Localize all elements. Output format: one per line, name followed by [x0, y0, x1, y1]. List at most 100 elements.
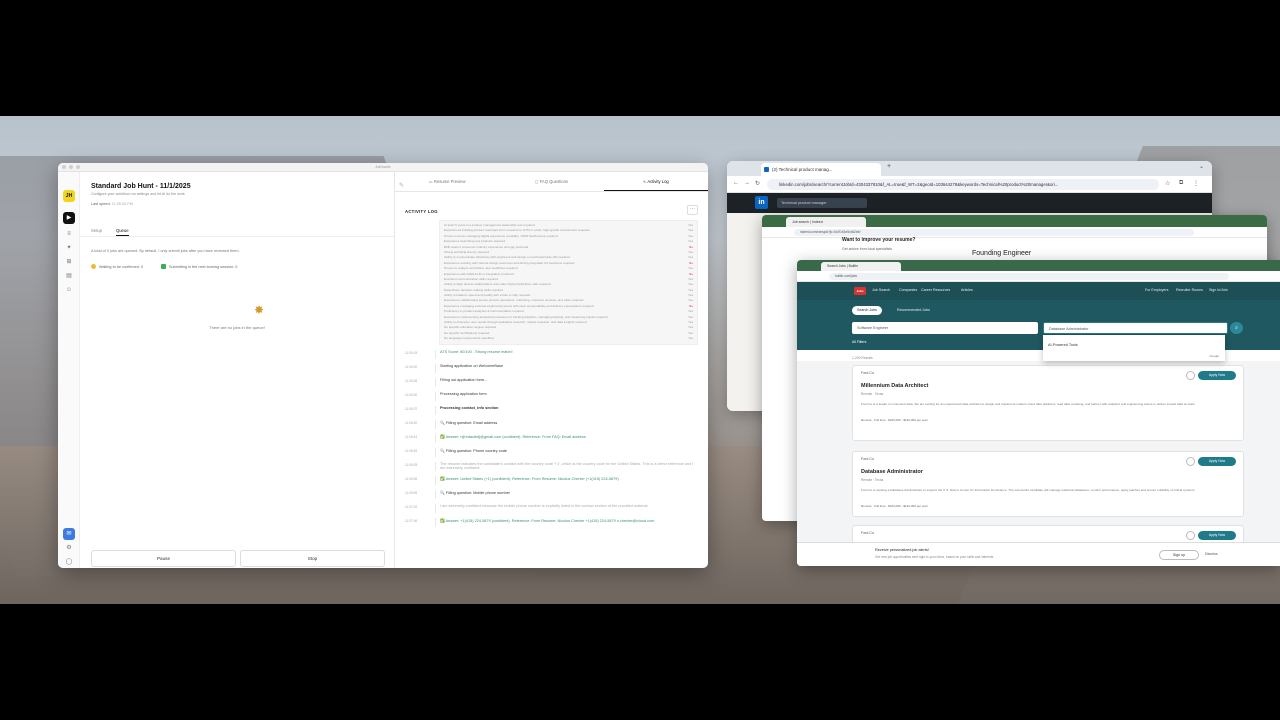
job-hunt-title: Standard Job Hunt - 11/1/2025 — [91, 183, 191, 190]
forward-icon[interactable]: → — [744, 180, 750, 186]
last-speed-label: Last speed: — [91, 202, 111, 206]
address-bar[interactable]: linkedin.com/jobs/search/?currentJobId=4… — [767, 179, 1159, 190]
new-tab-icon[interactable]: + — [887, 163, 891, 170]
requirements-box: At least 5 years in a product management… — [439, 220, 698, 345]
linkedin-logo[interactable]: in — [755, 196, 768, 209]
save-job-icon[interactable] — [1186, 371, 1195, 380]
log-entry: 11:06:49 🔍 Filling question: Phone countr… — [405, 447, 698, 457]
waiting-label: Waiting to be confirmed: 0 — [99, 264, 143, 269]
search-jobs-pill[interactable]: Search Jobs — [852, 306, 882, 315]
save-job-icon[interactable] — [1186, 531, 1195, 540]
log-message: Filling out application form... — [435, 377, 698, 387]
submitting-stat: Submitting in the next burning session: … — [161, 264, 237, 269]
nav-recruiter-rooms[interactable]: Recruiter Rooms — [1176, 288, 1203, 292]
activity-log-list[interactable]: At least 5 years in a product management… — [405, 220, 698, 568]
nav-for-employers[interactable]: For Employers — [1145, 288, 1168, 292]
chevron-down-icon[interactable]: ⌄ — [1199, 163, 1204, 170]
browser-toolbar-3: builtin.com/jobs — [797, 271, 1280, 282]
log-message: 🔍 Filling question: Phone country code — [435, 447, 698, 457]
browser-tab-builtin[interactable]: Search Jobs | BuiltIn — [821, 262, 901, 271]
nav-job-search[interactable]: Job Search — [872, 288, 890, 292]
log-message: ✅ Answer: United States (+1) (confident)… — [435, 475, 698, 485]
tab-activity-log-label: Activity Log — [647, 179, 669, 184]
extensions-icon[interactable]: ⧉ — [1179, 180, 1183, 187]
address-bar-3[interactable]: builtin.com/jobs — [829, 273, 1229, 280]
back-icon[interactable]: ← — [733, 180, 739, 186]
search-icon[interactable]: ⌕ — [1230, 322, 1243, 334]
nav-career-resources[interactable]: Career Resources — [921, 288, 950, 292]
title-input[interactable]: Database Administrator — [1043, 322, 1228, 334]
linkedin-search-input[interactable]: Technical product manager — [777, 198, 867, 208]
log-timestamp: 11:07:02 — [405, 504, 418, 509]
browser-menu-icon[interactable]: ⋮ — [1193, 180, 1199, 187]
all-filters-button[interactable]: All Filters — [852, 340, 866, 344]
nav-companies[interactable]: Companies — [899, 288, 917, 292]
browser-tab-strip-3: Search Jobs | BuiltIn — [797, 260, 1280, 271]
more-options-icon[interactable]: ··· — [687, 205, 698, 215]
improve-resume-subtitle: Get advice from local specialists — [842, 247, 892, 251]
log-timestamp: 11:06:56 — [405, 476, 418, 481]
nav-articles[interactable]: Articles — [961, 288, 973, 292]
google-attribution: Google — [1209, 354, 1219, 358]
apply-now-button[interactable]: Apply Now — [1198, 531, 1236, 540]
log-entry: 11:06:56 ✅ Answer: United States (+1) (co… — [405, 475, 698, 485]
mail-icon[interactable]: ✉ — [63, 528, 75, 540]
settings-icon[interactable]: ✦ — [63, 242, 75, 254]
jobhuntr-window: Jobhuntr JH ▶ ≡ ✦ ⊞ ▤ ☺ ✉ ⚙ ◯ Standard J… — [58, 163, 708, 568]
apply-now-button[interactable]: Apply Now — [1198, 457, 1236, 466]
log-entry: 11:06:20 Starting application on WelcomeB… — [405, 363, 698, 373]
tab-activity-log[interactable]: ∿ Activity Log — [603, 172, 708, 191]
job-location: Remote · Texas — [861, 392, 884, 396]
reload-icon[interactable]: ↻ — [755, 180, 760, 187]
log-message: The resume indicates the candidate's con… — [435, 461, 698, 471]
builtin-browser-window: Search Jobs | BuiltIn builtin.com/jobs J… — [797, 260, 1280, 566]
company-name: Ford Co — [861, 531, 874, 535]
star-icon[interactable]: ☆ — [1165, 180, 1170, 187]
grid-icon[interactable]: ⊞ — [63, 256, 75, 268]
linkedin-header: in Technical product manager — [727, 193, 1212, 213]
log-timestamp: 11:06:20 — [405, 364, 418, 369]
log-entry: 11:06:37 Processing contact_info section — [405, 405, 698, 415]
app-window-title: Jobhuntr — [375, 164, 391, 169]
pause-button[interactable]: Pause — [91, 550, 236, 567]
address-bar-2[interactable]: indeed.com/viewjob?jk=0a7f1b3e5c9d2e4f — [794, 229, 1194, 236]
site-logo[interactable]: Jobs — [854, 287, 866, 295]
apply-now-button[interactable]: Apply Now — [1198, 371, 1236, 380]
tab-queue[interactable]: Queue — [115, 228, 129, 236]
log-entry: 11:06:28 Filling out application form... — [405, 377, 698, 387]
users-icon[interactable]: ☺ — [63, 284, 75, 296]
browser-tab-linkedin[interactable]: (2) Technical product manag... — [761, 163, 881, 176]
list-icon[interactable]: ≡ — [63, 228, 75, 240]
check-icon — [161, 264, 166, 269]
log-timestamp: 11:06:28 — [405, 378, 418, 383]
autocomplete-item[interactable]: AI-Powered Tools — [1048, 343, 1078, 347]
job-card[interactable]: Ford Co Millennium Data Architect Remote ·… — [852, 365, 1244, 441]
job-meta: Remote · Full time · $100,000 - $120,000… — [861, 504, 928, 508]
stop-button[interactable]: Stop — [240, 550, 385, 567]
tab-resume-preview[interactable]: ▭ Resume Preview — [395, 172, 499, 191]
site-nav: Jobs Job Search Companies Career Resourc… — [797, 282, 1280, 300]
log-message: Processing contact_info section — [435, 405, 698, 415]
browser-toolbar-2: indeed.com/viewjob?jk=0a7f1b3e5c9d2e4f — [762, 227, 1267, 238]
sign-up-button[interactable]: Sign up — [1159, 550, 1199, 560]
browser-tab-indeed[interactable]: Job search | Indeed — [786, 217, 866, 227]
gear-icon[interactable]: ⚙ — [63, 542, 75, 554]
keyword-input[interactable]: Software Engineer — [852, 322, 1038, 334]
dismiss-button[interactable]: Dismiss — [1205, 552, 1218, 556]
autocomplete-dropdown[interactable]: AI-Powered Tools Google — [1043, 335, 1225, 361]
save-job-icon[interactable] — [1186, 457, 1195, 466]
side-rail: JH ▶ ≡ ✦ ⊞ ▤ ☺ ✉ ⚙ ◯ — [58, 172, 80, 568]
log-message: ATS Score: 80/100 - Strong resume match! — [435, 349, 698, 359]
play-icon[interactable]: ▶ — [63, 212, 75, 224]
log-timestamp: 11:06:30 — [405, 392, 418, 397]
nav-sign-in[interactable]: Sign In/Join — [1209, 288, 1228, 292]
tab-setup[interactable]: Setup — [91, 228, 102, 236]
improve-resume-title: Want to improve your resume? — [842, 237, 916, 243]
job-card[interactable]: Ford Co Database Administrator Remote · Te… — [852, 451, 1244, 517]
recommended-jobs-link[interactable]: Recommended Jobs — [897, 308, 930, 312]
log-message: ✅ Answer: +1(415) 224-5879 (confident). … — [435, 517, 698, 527]
calendar-icon[interactable]: ▤ — [63, 270, 75, 282]
tab-faq-questions[interactable]: ◻ FAQ Questions — [499, 172, 603, 191]
log-message: 🔍 Filling question: Email address — [435, 419, 698, 429]
profile-icon[interactable]: ◯ — [63, 556, 75, 568]
